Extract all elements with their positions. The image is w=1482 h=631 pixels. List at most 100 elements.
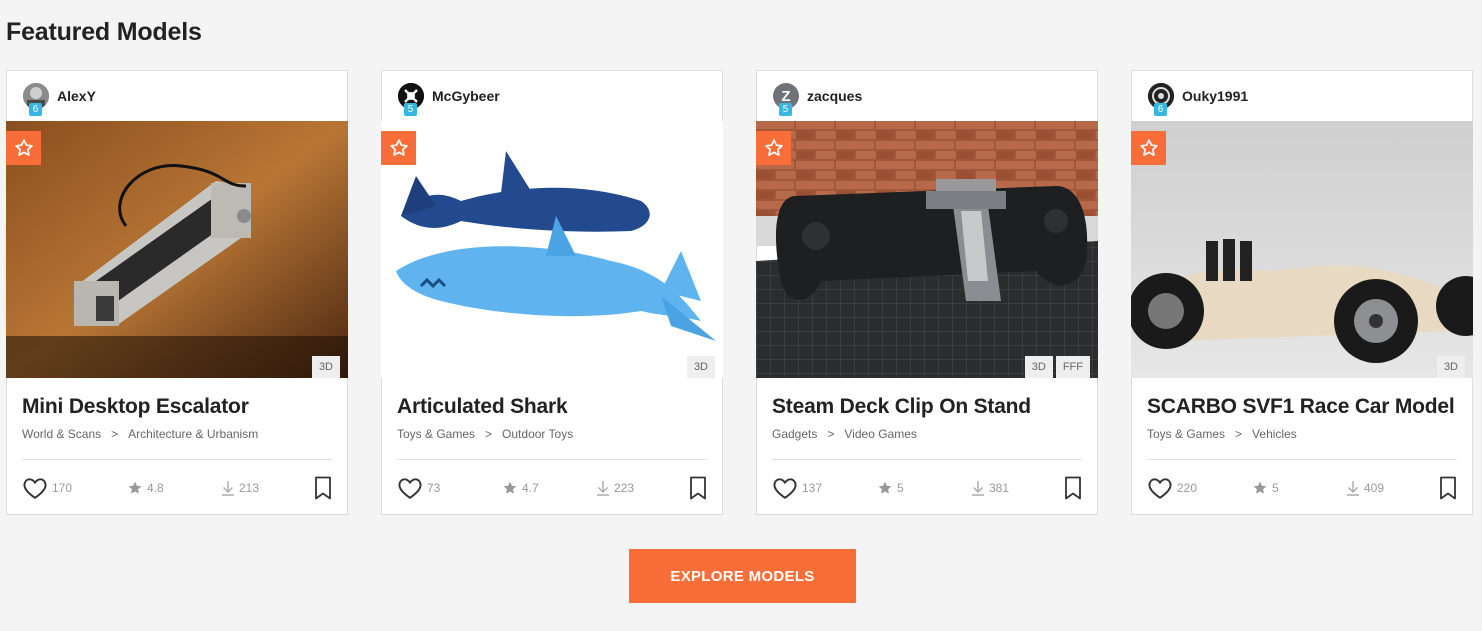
model-title[interactable]: SCARBO SVF1 Race Car Model	[1132, 378, 1472, 419]
heart-icon	[398, 478, 422, 499]
staff-pick-star-icon	[6, 131, 41, 165]
subcategory-link[interactable]: Video Games	[844, 427, 917, 441]
subcategory-link[interactable]: Architecture & Urbanism	[128, 427, 258, 441]
star-icon	[878, 481, 892, 494]
heart-icon	[773, 478, 797, 499]
model-card[interactable]: 6 Ouky1991 3D SCARBO SVF1 Race Car Model…	[1131, 70, 1473, 515]
tag: 3D	[311, 356, 340, 378]
tag-list: 3D FFF	[1024, 356, 1090, 378]
like-count: 73	[427, 481, 441, 495]
downloads: 381	[971, 480, 1061, 496]
stats-row: 170 4.8 213	[22, 475, 332, 501]
staff-pick-star-icon	[381, 131, 416, 165]
author-name[interactable]: zacques	[807, 88, 862, 104]
downloads: 223	[596, 480, 686, 496]
divider	[772, 459, 1082, 460]
tag-list: 3D	[311, 356, 340, 378]
model-card[interactable]: 6 AlexY 3D Mini Desktop Escalator World …	[6, 70, 348, 515]
staff-pick-star-icon	[1131, 131, 1166, 165]
breadcrumb-separator: >	[1235, 427, 1243, 441]
like-button[interactable]: 170	[22, 476, 127, 500]
level-badge: 5	[404, 103, 417, 116]
model-thumbnail[interactable]: 3D FFF	[756, 121, 1098, 378]
stats-row: 73 4.7 223	[397, 475, 707, 501]
like-count: 170	[52, 481, 73, 495]
like-button[interactable]: 220	[1147, 476, 1252, 500]
tag: 3D	[686, 356, 715, 378]
card-author-row: 6 Ouky1991	[1132, 71, 1472, 121]
like-count: 137	[802, 481, 823, 495]
tag: FFF	[1055, 356, 1090, 378]
avatar[interactable]: Z 5	[773, 83, 799, 116]
download-count: 223	[614, 481, 635, 495]
stats-row: 220 5 409	[1147, 475, 1457, 501]
breadcrumb-separator: >	[827, 427, 835, 441]
model-title[interactable]: Articulated Shark	[382, 378, 722, 419]
like-button[interactable]: 137	[772, 476, 877, 500]
avatar[interactable]: 6	[23, 83, 49, 116]
rating-value: 4.8	[147, 481, 164, 495]
rating: 5	[877, 480, 971, 496]
heart-icon	[1148, 478, 1172, 499]
download-count: 381	[989, 481, 1010, 495]
bookmark-icon	[1065, 476, 1081, 500]
star-icon	[503, 481, 517, 494]
rating: 4.8	[127, 480, 221, 496]
divider	[1147, 459, 1457, 460]
author-name[interactable]: McGybeer	[432, 88, 500, 104]
bookmark-button[interactable]	[1064, 476, 1082, 500]
download-icon	[972, 481, 984, 496]
staff-pick-star-icon	[756, 131, 791, 165]
divider	[397, 459, 707, 460]
rating-value: 5	[897, 481, 904, 495]
rating-value: 4.7	[522, 481, 539, 495]
card-author-row: Z 5 zacques	[757, 71, 1097, 121]
bookmark-button[interactable]	[689, 476, 707, 500]
breadcrumb: Gadgets > Video Games	[757, 419, 1097, 441]
author-name[interactable]: Ouky1991	[1182, 88, 1248, 104]
bookmark-icon	[690, 476, 706, 500]
subcategory-link[interactable]: Outdoor Toys	[502, 427, 573, 441]
explore-models-button[interactable]: EXPLORE MODELS	[629, 549, 856, 603]
bookmark-button[interactable]	[314, 476, 332, 500]
avatar-initial: Z	[781, 87, 791, 105]
author-name[interactable]: AlexY	[57, 88, 96, 104]
level-badge: 6	[1154, 103, 1167, 116]
subcategory-link[interactable]: Vehicles	[1252, 427, 1297, 441]
category-link[interactable]: Gadgets	[772, 427, 817, 441]
level-badge: 6	[29, 103, 42, 116]
like-count: 220	[1177, 481, 1198, 495]
featured-models-grid: 6 AlexY 3D Mini Desktop Escalator World …	[6, 70, 1473, 515]
like-button[interactable]: 73	[397, 476, 502, 500]
model-thumbnail[interactable]: 3D	[1131, 121, 1473, 378]
avatar[interactable]: 6	[1148, 83, 1174, 116]
breadcrumb: Toys & Games > Vehicles	[1132, 419, 1472, 441]
breadcrumb: Toys & Games > Outdoor Toys	[382, 419, 722, 441]
category-link[interactable]: Toys & Games	[397, 427, 475, 441]
downloads: 409	[1346, 480, 1436, 496]
section-title: Featured Models	[6, 18, 202, 46]
card-author-row: 6 AlexY	[7, 71, 347, 121]
download-icon	[597, 481, 609, 496]
model-title[interactable]: Steam Deck Clip On Stand	[757, 378, 1097, 419]
avatar[interactable]: 5	[398, 83, 424, 116]
model-thumbnail[interactable]: 3D	[381, 121, 723, 378]
model-thumbnail[interactable]: 3D	[6, 121, 348, 378]
category-link[interactable]: World & Scans	[22, 427, 101, 441]
star-icon	[128, 481, 142, 494]
model-title[interactable]: Mini Desktop Escalator	[7, 378, 347, 419]
download-icon	[222, 481, 234, 496]
rating: 4.7	[502, 480, 596, 496]
model-card[interactable]: 5 McGybeer 3D Articulated Shark Toys & G…	[381, 70, 723, 515]
bookmark-button[interactable]	[1439, 476, 1457, 500]
tag: 3D	[1436, 356, 1465, 378]
star-icon	[1253, 481, 1267, 494]
download-icon	[1347, 481, 1359, 496]
stats-row: 137 5 381	[772, 475, 1082, 501]
category-link[interactable]: Toys & Games	[1147, 427, 1225, 441]
heart-icon	[23, 478, 47, 499]
model-card[interactable]: Z 5 zacques 3D FFF Steam Deck Clip On St…	[756, 70, 1098, 515]
tag-list: 3D	[1436, 356, 1465, 378]
tag-list: 3D	[686, 356, 715, 378]
level-badge: 5	[779, 103, 792, 116]
